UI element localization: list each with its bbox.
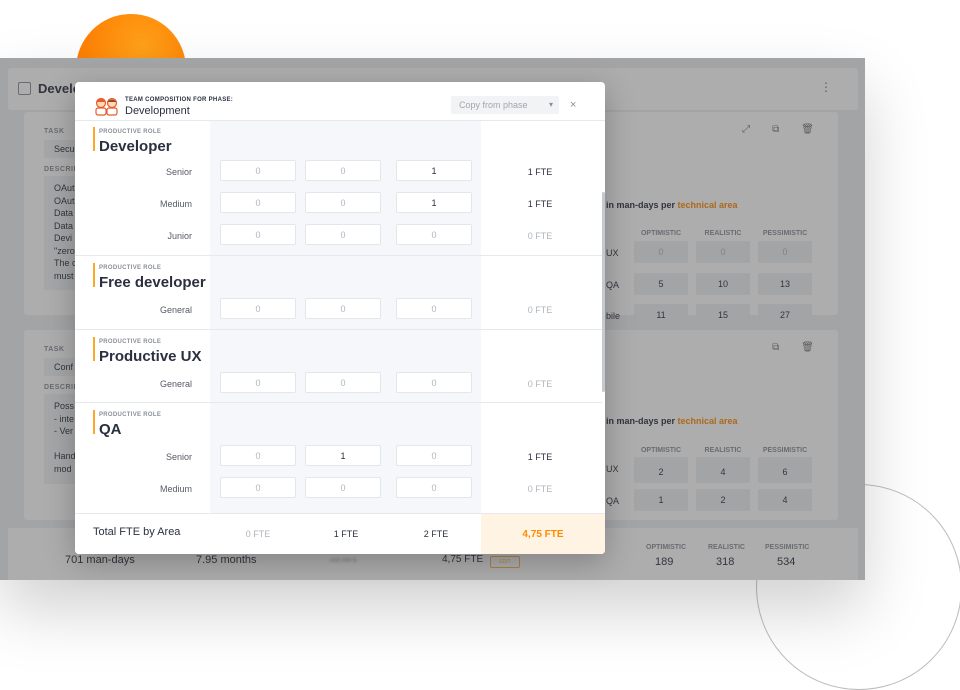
fte-input[interactable]: 0: [220, 477, 296, 498]
role-accent: [93, 410, 95, 434]
fte-input[interactable]: 1: [396, 192, 472, 213]
team-composition-modal: TEAM COMPOSITION FOR PHASE: Development …: [75, 82, 605, 554]
level-label: Medium: [159, 484, 192, 494]
fte-input[interactable]: 0: [305, 192, 381, 213]
role-kicker: PRODUCTIVE ROLE: [99, 339, 162, 345]
fte-input[interactable]: 0: [396, 477, 472, 498]
total-fte-label: Total FTE by Area: [93, 526, 181, 538]
level-fte-total: 1 FTE: [527, 452, 553, 462]
role-kicker: PRODUCTIVE ROLE: [99, 412, 162, 418]
level-fte-total: 0 FTE: [527, 305, 553, 315]
fte-input[interactable]: 0: [220, 160, 296, 181]
level-fte-total: 0 FTE: [527, 231, 553, 241]
role-block-qa: PRODUCTIVE ROLE QA Senior 0 1 0 1 FTE Me…: [75, 402, 602, 513]
level-label: Junior: [167, 231, 192, 241]
level-label: Medium: [159, 199, 192, 209]
fte-input[interactable]: 0: [220, 224, 296, 245]
role-accent: [93, 263, 95, 287]
role-kicker: PRODUCTIVE ROLE: [99, 265, 162, 271]
fte-input[interactable]: 1: [305, 445, 381, 466]
fte-input[interactable]: 0: [220, 445, 296, 466]
fte-input[interactable]: 0: [396, 445, 472, 466]
role-block-productive-ux: PRODUCTIVE ROLE Productive UX General 0 …: [75, 329, 602, 403]
level-label: General: [159, 305, 192, 315]
role-name: Developer: [99, 138, 172, 155]
level-label: General: [159, 379, 192, 389]
level-fte-total: 0 FTE: [527, 379, 553, 389]
copy-select-placeholder: Copy from phase: [459, 100, 528, 110]
fte-input[interactable]: 0: [220, 298, 296, 319]
role-block-developer: PRODUCTIVE ROLE Developer Senior 0 0 1 1…: [75, 121, 602, 256]
close-icon[interactable]: ×: [570, 99, 576, 111]
level-fte-total: 0 FTE: [527, 484, 553, 494]
role-kicker: PRODUCTIVE ROLE: [99, 129, 162, 135]
fte-input[interactable]: 1: [396, 160, 472, 181]
fte-input[interactable]: 0: [220, 192, 296, 213]
fte-input[interactable]: 0: [305, 160, 381, 181]
modal-header: TEAM COMPOSITION FOR PHASE: Development …: [75, 82, 605, 121]
area-fte-total: 0 FTE: [245, 529, 271, 539]
modal-footer: Total FTE by Area 0 FTE 1 FTE 2 FTE 4,75…: [75, 513, 605, 554]
level-label: Senior: [165, 167, 192, 177]
fte-input[interactable]: 0: [305, 477, 381, 498]
role-block-free-developer: PRODUCTIVE ROLE Free developer General 0…: [75, 255, 602, 330]
grand-total-fte: 4,75 FTE: [481, 514, 605, 554]
role-name: Free developer: [99, 274, 206, 291]
fte-input[interactable]: 0: [305, 372, 381, 393]
level-fte-total: 1 FTE: [527, 167, 553, 177]
fte-input[interactable]: 0: [396, 298, 472, 319]
fte-input[interactable]: 0: [305, 224, 381, 245]
role-accent: [93, 337, 95, 361]
level-label: Senior: [165, 452, 192, 462]
area-fte-total: 2 FTE: [423, 529, 449, 539]
fte-input[interactable]: 0: [305, 298, 381, 319]
role-name: QA: [99, 421, 122, 438]
area-fte-total: 1 FTE: [333, 529, 359, 539]
fte-input[interactable]: 0: [220, 372, 296, 393]
level-fte-total: 1 FTE: [527, 199, 553, 209]
modal-scrollbar[interactable]: [602, 192, 605, 392]
chevron-down-icon: ▾: [548, 100, 553, 109]
modal-phase-name: Development: [125, 105, 190, 117]
fte-input[interactable]: 0: [396, 224, 472, 245]
copy-from-phase-select[interactable]: Copy from phase ▾: [451, 96, 559, 114]
role-name: Productive UX: [99, 348, 202, 365]
fte-input[interactable]: 0: [396, 372, 472, 393]
modal-body: PRODUCTIVE ROLE Developer Senior 0 0 1 1…: [75, 121, 602, 513]
team-icon: [95, 97, 118, 116]
modal-caption: TEAM COMPOSITION FOR PHASE:: [125, 97, 234, 103]
role-accent: [93, 127, 95, 151]
